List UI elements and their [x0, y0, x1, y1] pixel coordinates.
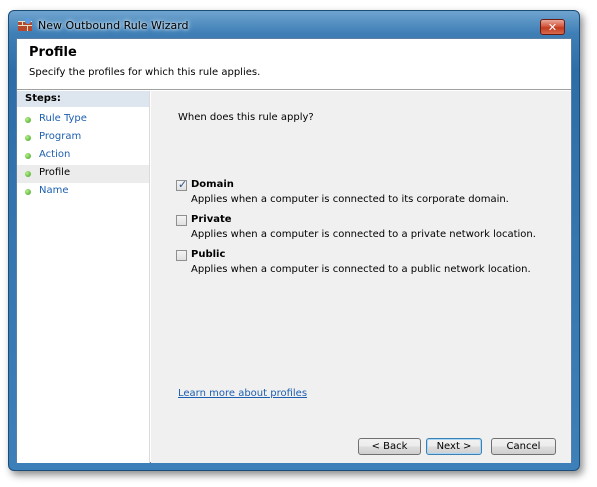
firewall-icon	[18, 18, 32, 31]
profile-option-private: Private Applies when a computer is conne…	[176, 214, 556, 247]
page-subtitle: Specify the profiles for which this rule…	[29, 67, 261, 78]
steps-title: Steps:	[17, 91, 149, 107]
cancel-button[interactable]: Cancel	[491, 438, 556, 455]
step-status-icon	[25, 171, 31, 177]
profile-option-domain: ✓ Domain Applies when a computer is conn…	[176, 178, 556, 212]
profile-question: When does this rule apply?	[178, 112, 314, 123]
checkmark-icon: ✓	[178, 178, 188, 191]
back-button[interactable]: < Back	[358, 438, 421, 455]
steps-panel: Steps: Rule Type Program Action Profile …	[17, 91, 150, 463]
wizard-header: Profile Specify the profiles for which t…	[17, 39, 571, 90]
step-status-icon	[25, 117, 31, 123]
close-button[interactable]: ✕	[540, 19, 565, 35]
domain-checkbox[interactable]: ✓	[176, 178, 188, 191]
step-program[interactable]: Program	[17, 129, 149, 147]
step-status-icon	[25, 153, 31, 159]
profile-option-public: Public Applies when a computer is connec…	[176, 249, 556, 282]
step-label: Action	[39, 149, 71, 160]
step-label: Profile	[39, 167, 71, 178]
wizard-client-area: Profile Specify the profiles for which t…	[16, 38, 572, 463]
public-checkbox[interactable]	[176, 250, 187, 261]
option-label[interactable]: Domain	[191, 179, 234, 190]
page-title: Profile	[29, 45, 77, 60]
step-status-icon	[25, 135, 31, 141]
step-label: Program	[39, 131, 82, 142]
step-status-icon	[25, 189, 31, 195]
option-description: Applies when a computer is connected to …	[191, 194, 509, 205]
step-rule-type[interactable]: Rule Type	[17, 111, 149, 129]
step-profile[interactable]: Profile	[17, 165, 149, 183]
step-label: Name	[39, 185, 69, 196]
option-description: Applies when a computer is connected to …	[191, 229, 536, 240]
title-bar[interactable]: New Outbound Rule Wizard ✕	[9, 11, 579, 38]
next-button[interactable]: Next >	[426, 438, 482, 455]
option-label[interactable]: Public	[191, 249, 225, 260]
step-action[interactable]: Action	[17, 147, 149, 165]
private-checkbox[interactable]	[176, 215, 187, 226]
wizard-window: New Outbound Rule Wizard ✕ Profile Speci…	[8, 10, 580, 471]
wizard-content: When does this rule apply? ✓ Domain Appl…	[151, 91, 571, 463]
learn-more-link[interactable]: Learn more about profiles	[178, 388, 307, 399]
option-label[interactable]: Private	[191, 214, 232, 225]
option-description: Applies when a computer is connected to …	[191, 264, 531, 275]
window-title: New Outbound Rule Wizard	[38, 19, 189, 32]
close-icon: ✕	[547, 21, 558, 34]
step-name[interactable]: Name	[17, 183, 149, 201]
step-label: Rule Type	[39, 113, 87, 124]
